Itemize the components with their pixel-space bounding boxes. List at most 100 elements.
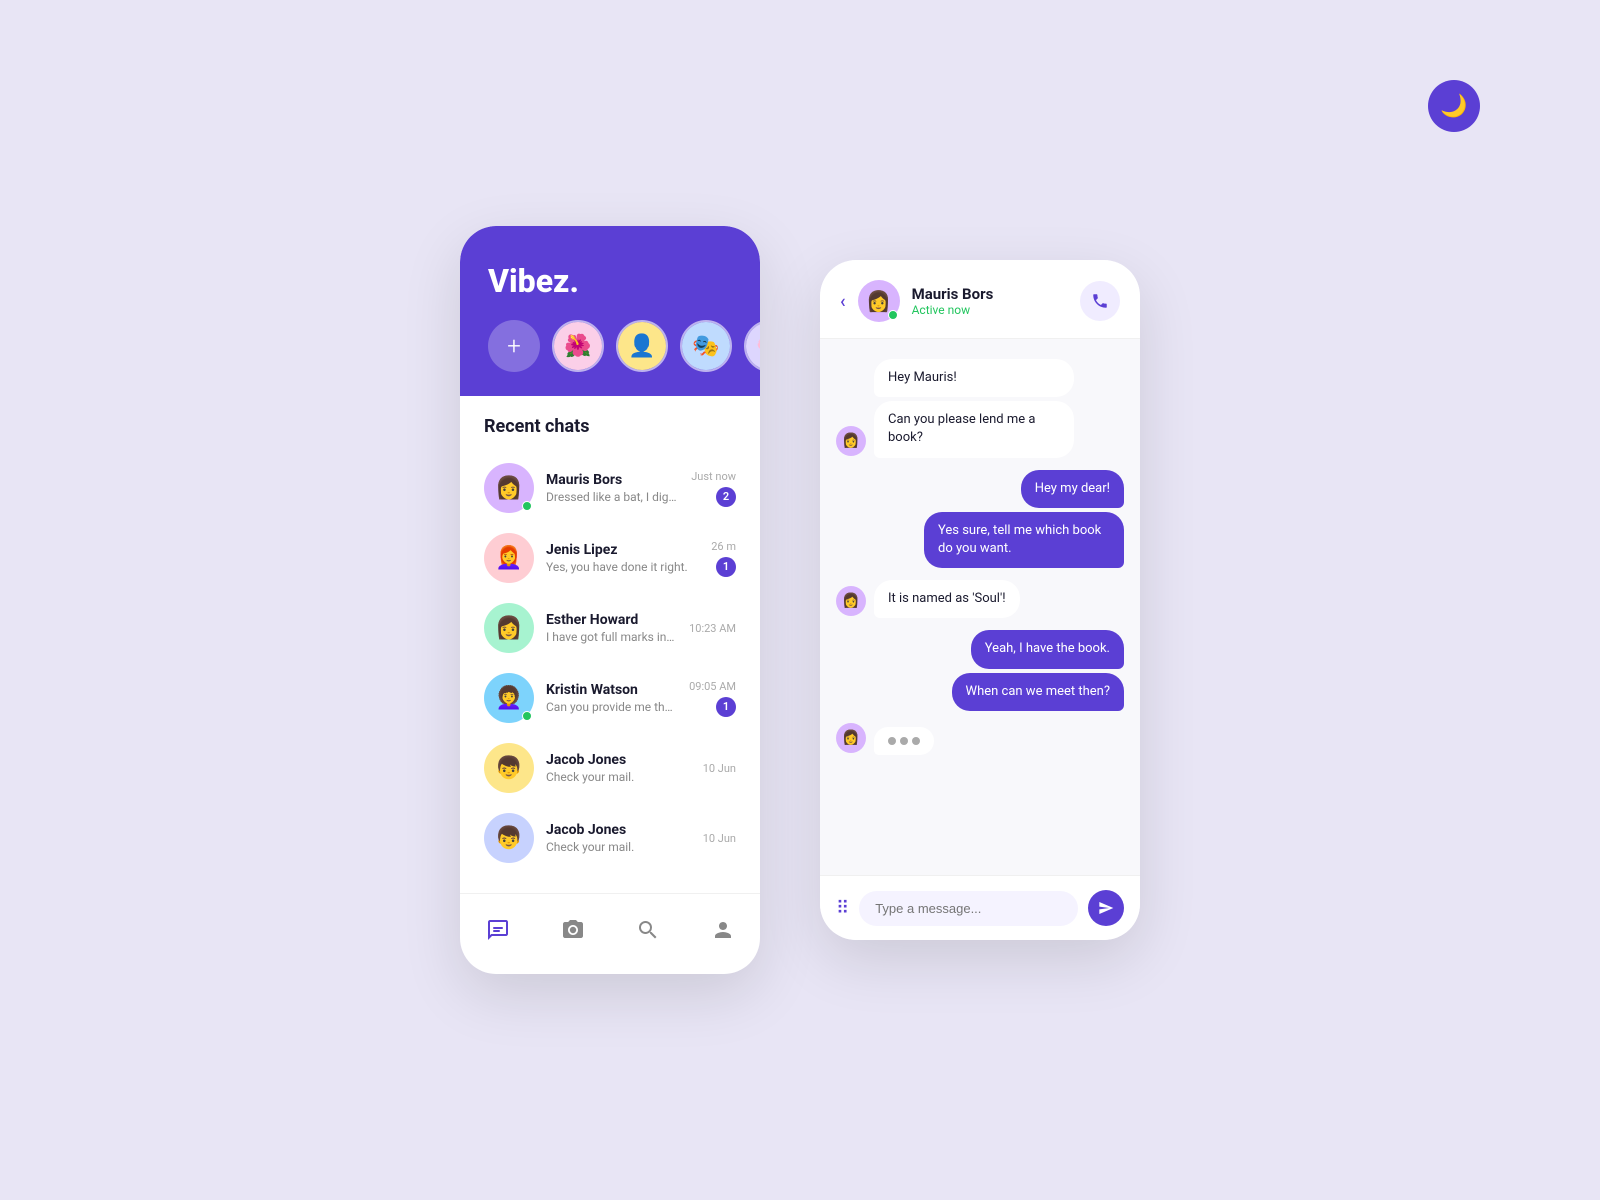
chat-input-bar: ⠿ (820, 875, 1140, 940)
message-bubbles: Yeah, I have the book. When can we meet … (952, 630, 1124, 710)
plus-icon: + (507, 332, 521, 360)
stories-row: + 🌺 👤 🎭 🌸 👤 (488, 320, 732, 372)
contact-status: Active now (912, 303, 1068, 317)
chat-time: 26 m (711, 540, 736, 553)
message-bubbles: Hey my dear! Yes sure, tell me which boo… (924, 470, 1124, 569)
chat-avatar-wrap: 👩 (484, 603, 534, 653)
chat-meta: 10:23 AM (689, 622, 736, 635)
back-button[interactable]: ‹ (840, 291, 846, 312)
message-bubble: When can we meet then? (952, 673, 1124, 711)
typing-dot (912, 737, 920, 745)
avatar: 👦 (484, 813, 534, 863)
left-phone: Vibez. + 🌺 👤 🎭 🌸 👤 (460, 226, 760, 974)
chat-info: Jacob Jones Check your mail. (546, 752, 691, 784)
message-avatar: 👩 (836, 723, 866, 753)
chat-avatar-wrap: 👩‍🦰 (484, 533, 534, 583)
chat-avatar-wrap: 👩‍🦱 (484, 673, 534, 723)
avatar: 👦 (484, 743, 534, 793)
chat-badge: 2 (716, 487, 736, 507)
chat-meta: 10 Jun (703, 832, 736, 845)
call-button[interactable] (1080, 281, 1120, 321)
avatar: 👩 (484, 603, 534, 653)
chat-name: Esther Howard (546, 612, 677, 628)
chat-name: Jenis Lipez (546, 542, 699, 558)
chat-item[interactable]: 👩 Esther Howard I have got full marks in… (460, 593, 760, 663)
phone-header: Vibez. + 🌺 👤 🎭 🌸 👤 (460, 226, 760, 396)
message-bubble: Hey my dear! (1021, 470, 1124, 508)
message-group: Yeah, I have the book. When can we meet … (836, 630, 1124, 710)
chat-meta: Just now 2 (691, 470, 736, 507)
nav-chat-icon[interactable] (478, 910, 518, 950)
message-input[interactable] (859, 891, 1078, 926)
chat-item[interactable]: 👦 Jacob Jones Check your mail. 10 Jun (460, 803, 760, 873)
message-bubble: Yes sure, tell me which book do you want… (924, 512, 1124, 568)
chat-time: 10 Jun (703, 832, 736, 845)
chat-time: 10 Jun (703, 762, 736, 775)
attachment-button[interactable]: ⠿ (836, 898, 849, 919)
add-story-button[interactable]: + (488, 320, 540, 372)
chat-list-body: Recent chats 👩 Mauris Bors Dressed like … (460, 396, 760, 893)
chat-avatar-wrap: 👦 (484, 743, 534, 793)
phones-container: Vibez. + 🌺 👤 🎭 🌸 👤 (460, 226, 1140, 974)
chat-preview: Check your mail. (546, 770, 691, 784)
app-title: Vibez. (488, 262, 732, 300)
chat-info: Esther Howard I have got full marks in m… (546, 612, 677, 644)
message-bubbles: It is named as 'Soul'! (874, 580, 1020, 618)
chat-preview: I have got full marks in my... (546, 630, 677, 644)
online-indicator (888, 310, 898, 320)
message-bubble: Can you please lend me a book? (874, 401, 1074, 457)
nav-camera-icon[interactable] (553, 910, 593, 950)
chat-preview: Check your mail. (546, 840, 691, 854)
story-avatar-3[interactable]: 🎭 (680, 320, 732, 372)
online-indicator (522, 711, 532, 721)
message-bubble: It is named as 'Soul'! (874, 580, 1020, 618)
message-group: 👩 Hey Mauris! Can you please lend me a b… (836, 359, 1124, 458)
chat-avatar-wrap: 👦 (484, 813, 534, 863)
contact-name: Mauris Bors (912, 285, 1068, 303)
chat-header-avatar: 👩 (858, 280, 900, 322)
story-avatar-2[interactable]: 👤 (616, 320, 668, 372)
recent-chats-label: Recent chats (460, 416, 760, 453)
bottom-nav (460, 893, 760, 974)
chat-meta: 10 Jun (703, 762, 736, 775)
chat-time: Just now (691, 470, 736, 483)
message-avatar: 👩 (836, 426, 866, 456)
chat-item[interactable]: 👦 Jacob Jones Check your mail. 10 Jun (460, 733, 760, 803)
chat-item[interactable]: 👩 Mauris Bors Dressed like a bat, I dig … (460, 453, 760, 523)
typing-indicator-group: 👩 (836, 723, 1124, 755)
chat-avatar-wrap: 👩 (484, 463, 534, 513)
chat-name: Kristin Watson (546, 682, 677, 698)
nav-search-icon[interactable] (628, 910, 668, 950)
chat-badge: 1 (716, 557, 736, 577)
moon-icon: 🌙 (1440, 94, 1467, 119)
chat-item[interactable]: 👩‍🦱 Kristin Watson Can you provide me th… (460, 663, 760, 733)
story-avatar-4[interactable]: 🌸 (744, 320, 760, 372)
chat-meta: 26 m 1 (711, 540, 736, 577)
online-indicator (522, 501, 532, 511)
chat-preview: Yes, you have done it right. (546, 560, 699, 574)
chat-list: 👩 Mauris Bors Dressed like a bat, I dig … (460, 453, 760, 873)
chat-messages: 👩 Hey Mauris! Can you please lend me a b… (820, 339, 1140, 875)
chat-header-info: Mauris Bors Active now (912, 285, 1068, 317)
message-group: Hey my dear! Yes sure, tell me which boo… (836, 470, 1124, 569)
typing-dot (900, 737, 908, 745)
chat-badge: 1 (716, 697, 736, 717)
chat-name: Jacob Jones (546, 752, 691, 768)
nav-profile-icon[interactable] (703, 910, 743, 950)
send-button[interactable] (1088, 890, 1124, 926)
chat-info: Kristin Watson Can you provide me the do… (546, 682, 677, 714)
story-avatar-1[interactable]: 🌺 (552, 320, 604, 372)
chat-name: Mauris Bors (546, 472, 679, 488)
message-bubble: Hey Mauris! (874, 359, 1074, 397)
dark-mode-button[interactable]: 🌙 (1428, 80, 1480, 132)
chat-preview: Can you provide me the doc... (546, 700, 677, 714)
chat-item[interactable]: 👩‍🦰 Jenis Lipez Yes, you have done it ri… (460, 523, 760, 593)
right-phone: ‹ 👩 Mauris Bors Active now 👩 Hey Mauris! (820, 260, 1140, 940)
message-bubble: Yeah, I have the book. (971, 630, 1124, 668)
typing-indicator (874, 727, 934, 755)
chat-time: 09:05 AM (689, 680, 736, 693)
message-group: 👩 It is named as 'Soul'! (836, 580, 1124, 618)
chat-info: Jenis Lipez Yes, you have done it right. (546, 542, 699, 574)
message-avatar: 👩 (836, 586, 866, 616)
chat-info: Jacob Jones Check your mail. (546, 822, 691, 854)
